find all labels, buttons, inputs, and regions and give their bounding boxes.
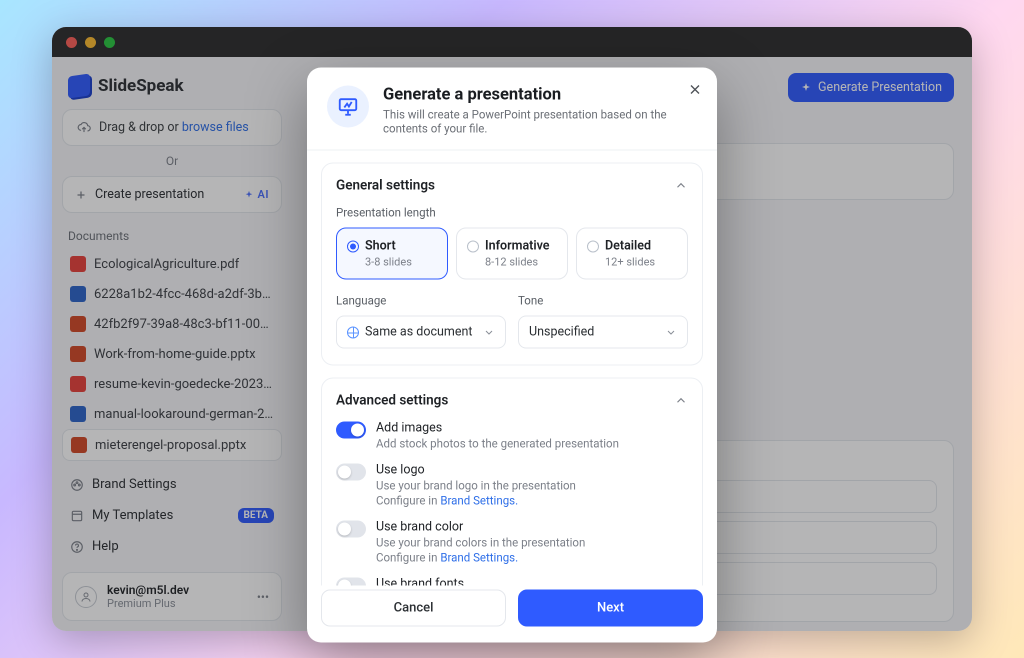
- brand-settings-link[interactable]: Brand Settings.: [440, 494, 518, 508]
- globe-icon: [347, 326, 359, 338]
- radio-icon: [467, 240, 479, 252]
- toggle-description: Use your brand logo in the presentation: [376, 479, 576, 493]
- toggle-label: Use brand fonts: [376, 577, 580, 586]
- generate-presentation-modal: Generate a presentation This will create…: [307, 68, 717, 643]
- modal-title: Generate a presentation: [383, 86, 697, 105]
- radio-icon: [347, 240, 359, 252]
- chevron-up-icon[interactable]: [674, 179, 688, 193]
- tone-select[interactable]: Unspecified: [518, 316, 688, 349]
- language-select[interactable]: Same as document: [336, 316, 506, 349]
- length-option-informative[interactable]: Informative8-12 slides: [456, 228, 568, 280]
- next-button[interactable]: Next: [518, 590, 703, 627]
- tone-label: Tone: [518, 294, 688, 308]
- general-settings-card: General settings Presentation length Sho…: [321, 163, 703, 366]
- length-option-short[interactable]: Short3-8 slides: [336, 228, 448, 280]
- toggle-add-images[interactable]: [336, 422, 366, 439]
- toggle-label: Use logo: [376, 463, 576, 478]
- chevron-down-icon: [665, 326, 677, 338]
- chevron-up-icon[interactable]: [674, 394, 688, 408]
- toggle-use-brand-fonts[interactable]: [336, 578, 366, 586]
- modal-subtitle: This will create a PowerPoint presentati…: [383, 108, 697, 136]
- toggle-description: Add stock photos to the generated presen…: [376, 437, 619, 451]
- presentation-length-label: Presentation length: [336, 206, 688, 220]
- chevron-down-icon: [483, 326, 495, 338]
- toggle-label: Use brand color: [376, 520, 585, 535]
- toggle-use-logo[interactable]: [336, 464, 366, 481]
- radio-icon: [587, 240, 599, 252]
- toggle-label: Add images: [376, 421, 619, 436]
- general-settings-heading: General settings: [336, 178, 435, 194]
- advanced-settings-heading: Advanced settings: [336, 393, 448, 409]
- length-option-detailed[interactable]: Detailed12+ slides: [576, 228, 688, 280]
- presentation-icon: [327, 86, 369, 128]
- toggle-description: Use your brand colors in the presentatio…: [376, 536, 585, 550]
- language-label: Language: [336, 294, 506, 308]
- close-icon[interactable]: [687, 82, 703, 98]
- brand-settings-link[interactable]: Brand Settings.: [440, 551, 518, 565]
- cancel-button[interactable]: Cancel: [321, 590, 506, 627]
- advanced-settings-card: Advanced settings Add imagesAdd stock ph…: [321, 378, 703, 586]
- toggle-use-brand-color[interactable]: [336, 521, 366, 538]
